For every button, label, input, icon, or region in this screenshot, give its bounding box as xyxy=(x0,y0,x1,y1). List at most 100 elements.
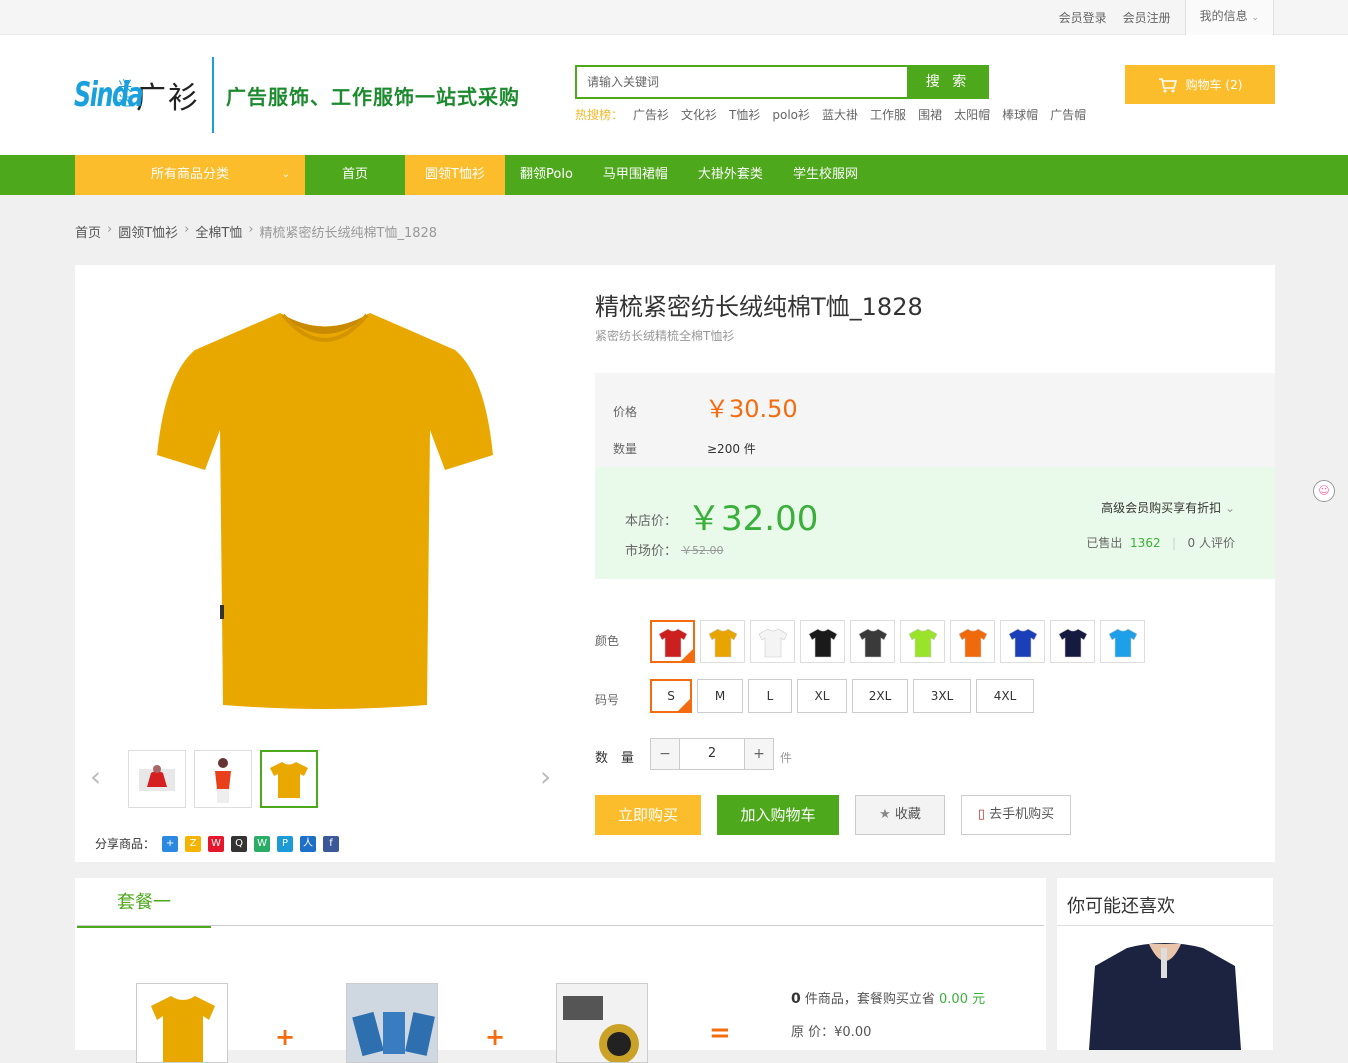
size-option[interactable]: S xyxy=(650,679,692,713)
size-option[interactable]: M xyxy=(697,679,743,713)
share-wechat-icon[interactable]: W xyxy=(254,835,271,852)
chevron-down-icon: ⌄ xyxy=(1251,13,1259,23)
buy-now-button[interactable]: 立即购买 xyxy=(595,795,701,835)
share-weibo-icon[interactable]: W xyxy=(208,835,225,852)
hot-term[interactable]: 太阳帽 xyxy=(954,106,990,123)
nav-item-uniform[interactable]: 学生校服网 xyxy=(778,155,873,195)
product-title: 精梳紧密纺长绒纯棉T恤_1828 xyxy=(595,293,923,321)
hot-term[interactable]: 文化衫 xyxy=(681,106,717,123)
hot-term[interactable]: 棒球帽 xyxy=(1002,106,1038,123)
hot-term[interactable]: T恤衫 xyxy=(729,106,760,123)
share-facebook-icon[interactable]: f xyxy=(323,835,340,852)
hot-term[interactable]: 广告帽 xyxy=(1050,106,1086,123)
color-swatch[interactable] xyxy=(750,620,795,663)
logo-slogan: 广告服饰、工作服饰一站式采购 xyxy=(226,84,520,109)
search-button[interactable]: 搜 索 xyxy=(907,65,989,99)
login-link[interactable]: 会员登录 xyxy=(1051,9,1115,26)
color-swatch[interactable] xyxy=(700,620,745,663)
increment-button[interactable]: + xyxy=(744,738,774,770)
color-swatch[interactable] xyxy=(800,620,845,663)
search-box: 请输入关键词 搜 索 xyxy=(575,65,989,99)
breadcrumb-item[interactable]: 全棉T恤 xyxy=(195,222,242,241)
bundle-item-image[interactable] xyxy=(556,983,648,1063)
bundle-item-image[interactable] xyxy=(136,983,228,1063)
nav-item-crew-tshirt[interactable]: 圆领T恤衫 xyxy=(405,155,505,195)
breadcrumb-item[interactable]: 圆领T恤衫 xyxy=(118,222,178,241)
share-qq-icon[interactable]: Q xyxy=(231,835,248,852)
size-option[interactable]: L xyxy=(748,679,792,713)
hot-term[interactable]: 广告衫 xyxy=(633,106,669,123)
thumbnail[interactable] xyxy=(128,750,186,808)
breadcrumb-item[interactable]: 首页 xyxy=(75,222,101,241)
hot-term[interactable]: 蓝大褂 xyxy=(822,106,858,123)
search-input[interactable]: 请输入关键词 xyxy=(575,65,907,99)
share-qzone-icon[interactable]: Z xyxy=(185,835,202,852)
recommended-product-image[interactable] xyxy=(1057,938,1273,1050)
favorite-button[interactable]: ★ 收藏 xyxy=(855,795,945,835)
all-categories-menu[interactable]: 所有商品分类 ⌄ xyxy=(75,155,305,195)
chevron-right-icon: › xyxy=(184,222,190,237)
bundle-panel: 套餐一 + + = 0 件商品，套餐购买立省 0.00 元 原 价：¥0.00 xyxy=(75,878,1046,1063)
logo-gs: 广衫 xyxy=(136,81,200,116)
share-renren-icon[interactable]: 人 xyxy=(300,835,317,852)
thumbnail[interactable] xyxy=(260,750,318,808)
feedback-icon[interactable]: ☺ xyxy=(1313,480,1335,502)
hot-term[interactable]: polo衫 xyxy=(772,106,810,123)
color-swatch[interactable] xyxy=(1100,620,1145,663)
hot-term[interactable]: 工作服 xyxy=(870,106,906,123)
color-swatch[interactable] xyxy=(950,620,995,663)
tab-bundle-1[interactable]: 套餐一 xyxy=(77,878,211,928)
quantity-input[interactable]: 2 xyxy=(680,738,744,770)
vip-discount-dropdown[interactable]: 高级会员购买享有折扣 ⌄ xyxy=(1101,499,1235,516)
size-option-label: 3XL xyxy=(930,689,954,703)
logo-divider xyxy=(212,57,214,133)
tshirt-swatch-icon xyxy=(808,628,837,657)
original-price-value: ¥0.00 xyxy=(834,1025,872,1040)
mobile-buy-button[interactable]: ▯ 去手机购买 xyxy=(961,795,1071,835)
size-option[interactable]: 4XL xyxy=(976,679,1034,713)
quantity-unit: 件 xyxy=(780,750,793,765)
category-label: 所有商品分类 xyxy=(150,167,229,182)
equals-icon: = xyxy=(709,1018,731,1048)
nav-item-home[interactable]: 首页 xyxy=(305,155,405,195)
cart-button[interactable]: 购物车 (2) xyxy=(1125,65,1275,104)
selected-corner xyxy=(678,699,690,711)
nav-item-vest-apron[interactable]: 马甲围裙帽 xyxy=(588,155,683,195)
breadcrumb: 首页 › 圆领T恤衫 › 全棉T恤 › 精梳紧密纺长绒纯棉T恤_1828 xyxy=(75,222,437,241)
share-tqq-icon[interactable]: P xyxy=(277,835,294,852)
color-swatch[interactable] xyxy=(900,620,945,663)
site-logo[interactable]: Sinda 兴达 广衫 广告服饰、工作服饰一站式采购 xyxy=(74,57,520,133)
size-option[interactable]: XL xyxy=(797,679,847,713)
quantity-tier-value: ≥200 件 xyxy=(707,442,756,456)
color-swatch[interactable] xyxy=(650,620,695,663)
hot-term[interactable]: 围裙 xyxy=(918,106,942,123)
add-to-cart-button[interactable]: 加入购物车 xyxy=(717,795,839,835)
review-count[interactable]: 0 人评价 xyxy=(1188,536,1235,550)
my-info-menu[interactable]: 我的信息 ⌄ xyxy=(1184,0,1274,35)
size-option-label: 2XL xyxy=(868,689,892,703)
share-more-icon[interactable]: + xyxy=(162,835,179,852)
color-options xyxy=(650,620,1145,663)
thumbnail[interactable] xyxy=(194,750,252,808)
chevron-right-icon[interactable]: › xyxy=(540,760,551,793)
bundle-item-image[interactable] xyxy=(346,983,438,1063)
share-bar: 分享商品： + Z W Q W P 人 f xyxy=(95,835,340,852)
color-label: 颜色 xyxy=(595,634,620,648)
nav-item-coat[interactable]: 大褂外套类 xyxy=(683,155,778,195)
price-box: 价格 ￥30.50 数量 ≥200 件 xyxy=(595,373,1275,468)
decrement-button[interactable]: − xyxy=(650,738,680,770)
vip-discount-label: 高级会员购买享有折扣 xyxy=(1101,501,1222,515)
recommendations-panel: 你可能还喜欢 xyxy=(1057,878,1273,1050)
price-label: 价格 xyxy=(613,405,638,419)
product-panel: ‹ › 分享商品： + Z W Q W P 人 f 精梳紧密纺长绒纯棉T恤_18… xyxy=(75,265,1275,862)
color-swatch[interactable] xyxy=(1050,620,1095,663)
size-option[interactable]: 3XL xyxy=(913,679,971,713)
register-link[interactable]: 会员注册 xyxy=(1115,9,1179,26)
original-price-label: 原 价： xyxy=(791,1025,835,1040)
color-swatch[interactable] xyxy=(1000,620,1045,663)
thumbnail-image xyxy=(139,765,175,791)
chevron-left-icon[interactable]: ‹ xyxy=(90,760,101,793)
nav-item-polo[interactable]: 翻领Polo xyxy=(505,155,588,195)
color-swatch[interactable] xyxy=(850,620,895,663)
size-option[interactable]: 2XL xyxy=(852,679,908,713)
